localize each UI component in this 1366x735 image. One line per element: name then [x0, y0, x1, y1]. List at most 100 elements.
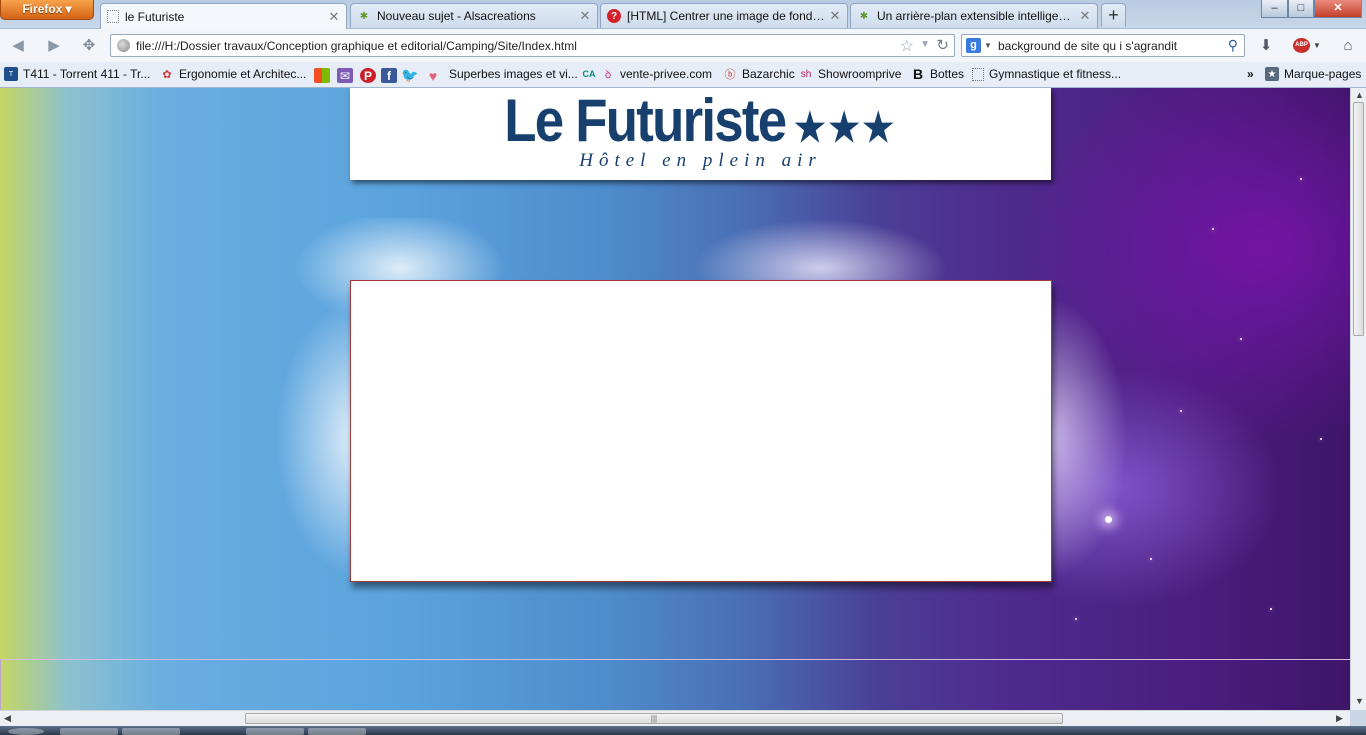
t411-icon: T: [4, 67, 18, 81]
alsacreations-icon: ✱: [359, 10, 369, 22]
firefox-menu-button[interactable]: Firefox ▾: [0, 0, 94, 20]
vente-privee-icon: ꝺ: [604, 68, 612, 81]
scroll-down-arrow-icon[interactable]: ▼: [1355, 696, 1364, 706]
close-tab-icon[interactable]: ✕: [1079, 8, 1091, 24]
start-button[interactable]: [8, 728, 44, 735]
bookmark-label: Superbes images et vi...: [449, 67, 578, 81]
pinterest-icon[interactable]: P: [360, 68, 376, 83]
tab-le-futuriste[interactable]: le Futuriste ✕: [100, 3, 347, 29]
twitter-icon[interactable]: 🐦: [401, 67, 418, 83]
mail-icon[interactable]: ✉: [337, 68, 353, 83]
close-tab-icon[interactable]: ✕: [328, 9, 340, 25]
star-sparkle: [1240, 338, 1242, 340]
horizontal-scrollbar[interactable]: ◀ ||| ▶: [0, 710, 1350, 726]
navigation-toolbar: ◀ ▶ ✥ file:///H:/Dossier travaux/Concept…: [0, 28, 1366, 62]
bookmark-gymnastique[interactable]: Gymnastique et fitness...: [972, 67, 1121, 81]
forward-arrow-icon[interactable]: ▶: [44, 37, 64, 55]
url-bar[interactable]: file:///H:/Dossier travaux/Conception gr…: [110, 34, 955, 57]
vertical-scrollbar[interactable]: ▲ ▼: [1350, 88, 1366, 710]
bookmark-label: Bazarchic: [742, 67, 795, 81]
adblock-icon[interactable]: ABP: [1293, 38, 1310, 53]
star-sparkle: [1180, 410, 1182, 412]
globe-icon: [117, 39, 130, 52]
new-tab-button[interactable]: +: [1101, 3, 1126, 27]
star-sparkle: [1300, 178, 1302, 180]
tab-centrer-image[interactable]: ? [HTML] Centrer une image de fond d... …: [600, 3, 848, 28]
bookmark-ergonomie[interactable]: ✿ Ergonomie et Architec...: [160, 67, 306, 81]
tab-title: [HTML] Centrer une image de fond d...: [627, 9, 825, 23]
horizontal-scroll-thumb[interactable]: |||: [245, 713, 1063, 724]
maximize-button[interactable]: □: [1288, 0, 1314, 18]
magnifier-icon[interactable]: ⚲: [1228, 37, 1238, 54]
footer-area: [0, 659, 1350, 710]
back-arrow-icon[interactable]: ◀: [8, 37, 28, 55]
windows-taskbar: [0, 726, 1366, 735]
chevron-down-icon[interactable]: ▼: [984, 41, 992, 50]
scroll-left-arrow-icon[interactable]: ◀: [4, 713, 11, 724]
star-sparkle: [1150, 558, 1152, 560]
flower-icon: ✿: [162, 68, 172, 81]
tab-title: le Futuriste: [125, 9, 185, 24]
bookmarks-star-icon: ★: [1265, 67, 1279, 81]
bookmark-label: Bottes: [930, 67, 965, 81]
scroll-right-arrow-icon[interactable]: ▶: [1336, 713, 1343, 724]
close-window-button[interactable]: ✕: [1314, 0, 1362, 18]
google-icon[interactable]: g: [966, 38, 981, 53]
bookmark-bottes[interactable]: B Bottes: [911, 66, 965, 82]
main-content-box: [350, 280, 1052, 582]
taskbar-button[interactable]: [246, 728, 304, 735]
bookmarks-toolbar: T T411 - Torrent 411 - Tr... ✿ Ergonomie…: [0, 62, 1366, 88]
site-title-text: Le Futuriste: [504, 88, 787, 154]
bookmark-label: T411 - Torrent 411 - Tr...: [23, 67, 151, 81]
url-text[interactable]: file:///H:/Dossier travaux/Conception gr…: [136, 39, 577, 53]
reload-icon[interactable]: ↻: [936, 36, 949, 54]
tab-title: Un arrière-plan extensible intelligent -…: [877, 9, 1075, 23]
bookmarks-menu-button[interactable]: ★ Marque-pages: [1265, 67, 1361, 81]
bookmark-t411[interactable]: T T411 - Torrent 411 - Tr...: [4, 67, 150, 81]
bookmark-label: vente-privee.com: [620, 67, 713, 81]
tab-arriere-plan[interactable]: ✱ Un arrière-plan extensible intelligent…: [850, 3, 1098, 28]
search-input[interactable]: background de site qu i s'agrandit: [998, 39, 1177, 53]
site-title: Le Futuriste ★★★: [392, 88, 1009, 155]
vertical-scroll-thumb[interactable]: [1353, 102, 1364, 336]
scroll-up-arrow-icon[interactable]: ▲: [1355, 90, 1364, 100]
help-icon: ?: [607, 9, 621, 23]
download-icon[interactable]: ⬇: [1256, 37, 1276, 55]
close-tab-icon[interactable]: ✕: [829, 8, 841, 24]
bookmark-star-icon[interactable]: ☆: [900, 36, 914, 56]
bookmarks-menu-label: Marque-pages: [1284, 67, 1362, 81]
tab-strip: Firefox ▾ le Futuriste ✕ ✱ Nouveau sujet…: [0, 0, 1366, 29]
close-tab-icon[interactable]: ✕: [579, 8, 591, 24]
star-sparkle: [1075, 618, 1077, 620]
dropdown-arrow-icon[interactable]: ▼: [920, 39, 930, 50]
browser-chrome: Firefox ▾ le Futuriste ✕ ✱ Nouveau sujet…: [0, 0, 1366, 88]
search-bar[interactable]: g ▼ background de site qu i s'agrandit ⚲: [961, 34, 1245, 57]
minimize-button[interactable]: –: [1261, 0, 1288, 18]
bookmark-bazarchic[interactable]: ⓑ Bazarchic: [723, 67, 795, 81]
site-header: Le Futuriste ★★★ Hôtel en plein air: [350, 88, 1051, 180]
taskbar-button[interactable]: [60, 728, 118, 735]
credit-agricole-icon: CA: [582, 69, 596, 79]
site-subtitle: Hôtel en plein air: [579, 150, 822, 171]
showroomprive-icon: sh: [800, 68, 812, 80]
heart-icon[interactable]: ♥: [425, 68, 441, 84]
alsacreations-icon: ✱: [859, 10, 869, 22]
bookmark-vente-privee[interactable]: CA ꝺ vente-privee.com: [582, 67, 713, 81]
puzzle-icon[interactable]: ✥: [79, 37, 99, 55]
home-icon[interactable]: ⌂: [1338, 37, 1358, 55]
bookmark-label: Gymnastique et fitness...: [989, 67, 1122, 81]
blank-page-icon: [107, 10, 119, 23]
bookmark-showroomprive[interactable]: sh Showroomprive: [799, 67, 902, 81]
bookmark-label: Ergonomie et Architec...: [179, 67, 307, 81]
bookmarks-overflow-chevron[interactable]: »: [1247, 67, 1254, 81]
facebook-icon[interactable]: f: [381, 68, 397, 83]
chevron-down-icon[interactable]: ▼: [1313, 41, 1321, 50]
taskbar-button[interactable]: [308, 728, 366, 735]
windows-icon[interactable]: [314, 68, 330, 83]
rating-stars: ★★★: [794, 106, 897, 150]
taskbar-button[interactable]: [122, 728, 180, 735]
bookmark-superbes-images[interactable]: Superbes images et vi...: [449, 67, 578, 81]
tab-title: Nouveau sujet - Alsacreations: [377, 9, 536, 23]
tab-alsacreations-sujet[interactable]: ✱ Nouveau sujet - Alsacreations ✕: [350, 3, 598, 28]
bookmark-label: Showroomprive: [818, 67, 902, 81]
